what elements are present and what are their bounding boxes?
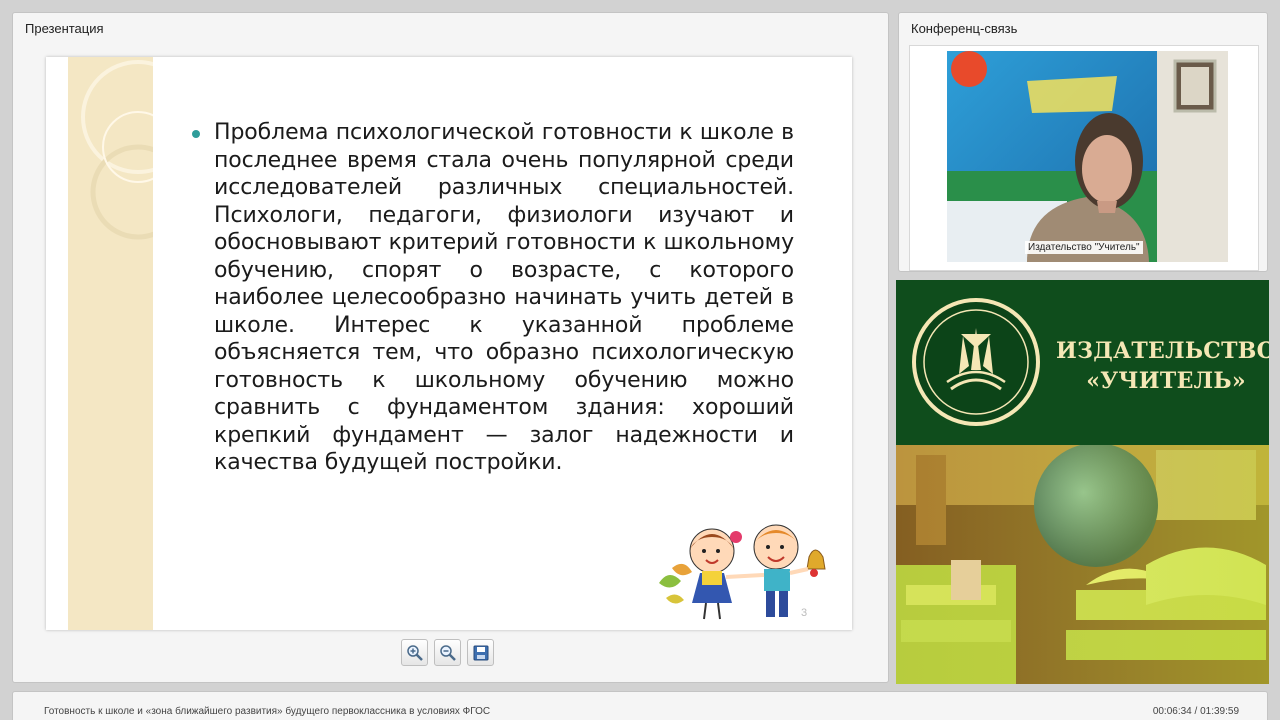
slide-body-text: Проблема психологической готовности к шк…: [214, 120, 794, 475]
conference-panel-title: Конференц-связь: [911, 21, 1018, 36]
zoom-out-icon: [439, 644, 456, 661]
publisher-banner-top: ИЗДАТЕЛЬСТВО «УЧИТЕЛЬ»: [896, 280, 1269, 445]
presentation-panel-title: Презентация: [25, 21, 104, 36]
speaker-video[interactable]: Издательство "Учитель": [947, 51, 1228, 262]
publisher-name-line1: ИЗДАТЕЛЬСТВО: [1056, 338, 1269, 364]
slide-decoration-stripe: [68, 57, 153, 630]
bullet-dot: [192, 130, 200, 138]
publisher-banner: ИЗДАТЕЛЬСТВО «УЧИТЕЛЬ»: [896, 280, 1269, 684]
save-icon: [473, 645, 488, 660]
conference-panel: Конференц-связь Издательство "Учитель": [898, 12, 1268, 272]
video-container: Издательство "Учитель": [909, 45, 1259, 271]
zoom-in-icon: [406, 644, 423, 661]
zoom-out-button[interactable]: [434, 639, 461, 666]
speaker-video-frame: [947, 51, 1228, 262]
presentation-panel: Презентация Проблема психологической гот…: [12, 12, 889, 683]
save-button[interactable]: [467, 639, 494, 666]
zoom-in-button[interactable]: [401, 639, 428, 666]
webinar-title: Готовность к школе и «зона ближайшего ра…: [44, 706, 491, 717]
books-globe-image: [896, 443, 1269, 684]
children-illustration: [659, 524, 826, 620]
footer-bar: Готовность к школе и «зона ближайшего ра…: [12, 691, 1268, 720]
slide-toolbar: [401, 639, 494, 666]
playback-time: 00:06:34 / 01:39:59: [1152, 706, 1239, 717]
slide: Проблема психологической готовности к шк…: [46, 57, 852, 630]
publisher-name: ИЗДАТЕЛЬСТВО «УЧИТЕЛЬ»: [1056, 336, 1269, 396]
publisher-logo-icon: [912, 298, 1040, 426]
video-speaker-label: Издательство "Учитель": [1025, 241, 1143, 254]
publisher-name-line2: «УЧИТЕЛЬ»: [1086, 368, 1246, 394]
